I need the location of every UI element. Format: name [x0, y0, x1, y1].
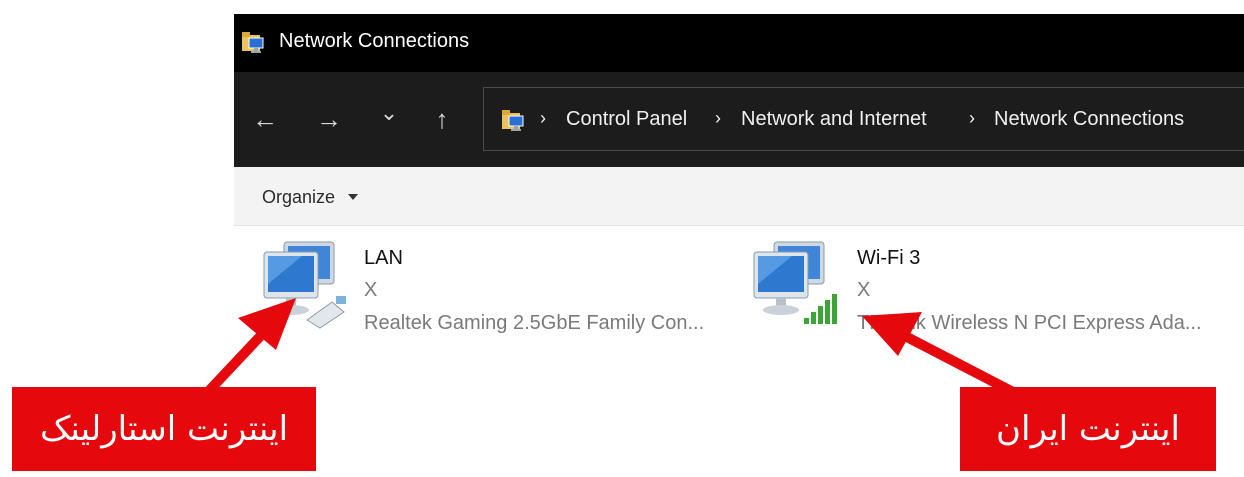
breadcrumb-separator: ›: [969, 108, 975, 128]
command-toolbar: Organize: [234, 167, 1244, 226]
breadcrumb-separator: ›: [715, 108, 721, 128]
ethernet-adapter-icon: [263, 241, 346, 329]
window-title: Network Connections: [279, 30, 470, 52]
up-arrow-icon[interactable]: ↑: [427, 104, 457, 134]
connection-status: X: [857, 279, 871, 301]
network-folder-icon: [242, 32, 264, 53]
connection-device: TP-Link Wireless N PCI Express Ada...: [857, 312, 1202, 334]
back-arrow-icon[interactable]: ←: [250, 104, 280, 134]
caret-down-icon[interactable]: [348, 194, 358, 200]
chevron-down-icon[interactable]: ⌄: [374, 98, 404, 128]
forward-arrow-icon[interactable]: →: [314, 104, 344, 134]
annotation-starlink-label: اینترنت استارلینک: [12, 387, 316, 471]
connection-status: X: [364, 279, 378, 301]
network-folder-icon: [502, 110, 524, 131]
wifi-adapter-icon: [753, 241, 837, 324]
address-bar[interactable]: › Control Panel › Network and Internet ›…: [483, 87, 1244, 151]
breadcrumb-network-connections[interactable]: Network Connections: [994, 108, 1184, 131]
breadcrumb-network-and-internet[interactable]: Network and Internet: [741, 108, 927, 131]
organize-button[interactable]: Organize: [262, 187, 335, 208]
connection-name: Wi-Fi 3: [857, 247, 921, 269]
breadcrumb-separator: ›: [540, 108, 546, 128]
title-bar: Network Connections: [234, 14, 1244, 72]
connection-device: Realtek Gaming 2.5GbE Family Con...: [364, 312, 705, 334]
breadcrumb-control-panel[interactable]: Control Panel: [566, 108, 687, 131]
connection-name: LAN: [364, 247, 403, 269]
navigation-bar: ← → ⌄ ↑ › Control Panel › Network and In…: [234, 72, 1244, 167]
annotation-iran-label: اینترنت ایران: [960, 387, 1216, 471]
